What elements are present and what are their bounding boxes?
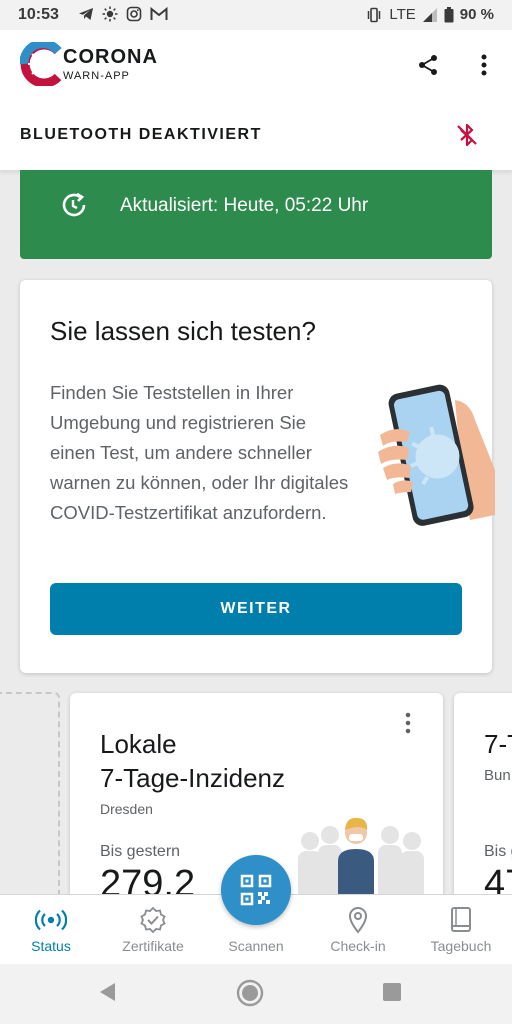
crowd-illustration	[298, 817, 424, 903]
incidence-card-since-label: Bis gestern	[100, 843, 181, 860]
qr-code-icon	[240, 874, 272, 906]
share-button[interactable]	[412, 49, 444, 81]
more-vertical-icon	[405, 712, 411, 734]
status-right: LTE 90 %	[365, 6, 494, 23]
system-navigation-bar	[0, 964, 512, 1024]
back-icon[interactable]	[97, 981, 119, 1003]
scan-qr-button[interactable]	[221, 855, 291, 925]
share-icon	[419, 55, 437, 75]
book-icon	[451, 907, 471, 932]
nav-status[interactable]: Status	[0, 895, 102, 965]
corona-warn-app-logo	[20, 42, 62, 86]
test-card-title: Sie lassen sich testen?	[50, 316, 316, 346]
sun-icon	[102, 6, 118, 22]
nav-scannen-label: Scannen	[228, 938, 284, 954]
telegram-icon	[79, 8, 93, 20]
network-type: LTE	[389, 6, 416, 23]
nav-zertifikate[interactable]: Zertifikate	[102, 895, 204, 965]
battery-level: 90 %	[459, 6, 494, 23]
incidence-card-menu-button[interactable]	[396, 707, 420, 739]
bluetooth-status-label: BLUETOOTH DEAKTIVIERT	[20, 126, 262, 143]
location-pin-icon	[348, 907, 368, 934]
nav-zertifikate-label: Zertifikate	[122, 938, 184, 954]
nav-tagebuch[interactable]: Tagebuch	[410, 895, 512, 965]
federal-card-title: 7-T	[484, 729, 512, 759]
update-timestamp: Aktualisiert: Heute, 05:22 Uhr	[120, 195, 369, 216]
incidence-card-title-line2: 7-Tage-Inzidenz	[100, 763, 285, 793]
phone-in-hand-illustration	[378, 384, 495, 526]
logo-subtitle: WARN-APP	[63, 70, 130, 82]
notification-icons	[78, 6, 168, 22]
weiter-button[interactable]: WEITER	[50, 583, 462, 635]
incidence-card-location: Dresden	[100, 801, 153, 817]
vibrate-icon	[368, 7, 381, 22]
logo-title: CORONA	[63, 46, 158, 68]
recents-icon[interactable]	[382, 982, 402, 1002]
previous-card-placeholder	[0, 692, 60, 914]
gmail-icon	[150, 7, 168, 20]
nav-check-in-label: Check-in	[330, 938, 386, 954]
instagram-icon	[126, 6, 142, 22]
update-clock-icon	[62, 192, 86, 217]
app-bar: CORONA WARN-APP	[0, 30, 512, 100]
broadcast-icon	[35, 909, 67, 931]
test-card-body: Finden Sie Teststellen in Ihrer Umgebung…	[50, 382, 349, 523]
nav-status-label: Status	[31, 938, 71, 954]
test-card: Sie lassen sich testen? Finden Sie Tests…	[20, 280, 495, 673]
incidence-card-title-line1: Lokale	[100, 729, 177, 759]
home-icon[interactable]	[235, 978, 265, 1008]
federal-card-subtitle: Bun	[484, 767, 511, 784]
nav-tagebuch-label: Tagebuch	[430, 938, 492, 954]
bluetooth-disabled-icon	[457, 123, 477, 147]
risk-card-update-banner[interactable]: Aktualisiert: Heute, 05:22 Uhr	[20, 170, 492, 259]
federal-card-since-label: Bis g	[484, 843, 512, 860]
status-time: 10:53	[18, 6, 59, 23]
overflow-menu-button[interactable]	[468, 49, 500, 81]
battery-icon	[444, 6, 454, 22]
status-bar: 10:53 LTE 90 %	[0, 0, 512, 30]
signal-icon	[422, 7, 437, 22]
nav-check-in[interactable]: Check-in	[307, 895, 409, 965]
more-vertical-icon	[481, 54, 487, 76]
certificate-badge-icon	[140, 906, 166, 934]
bluetooth-status-row[interactable]: BLUETOOTH DEAKTIVIERT	[0, 100, 512, 171]
